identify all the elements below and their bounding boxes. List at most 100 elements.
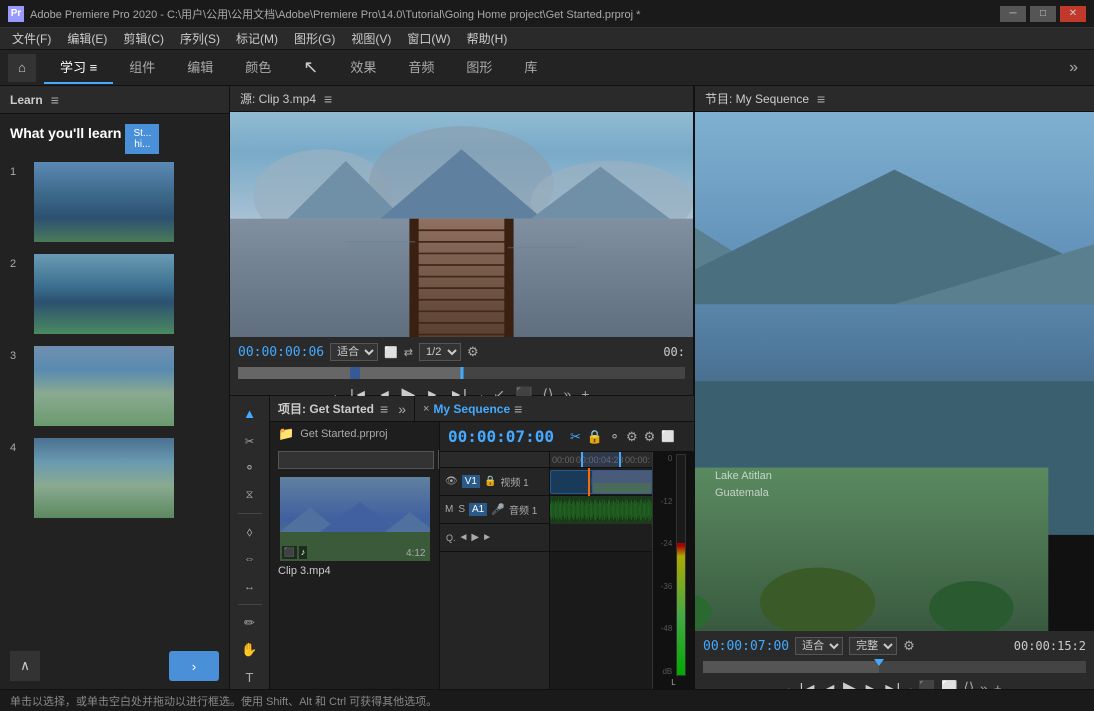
seq-tool-settings-button[interactable]: ⚙ <box>644 429 656 445</box>
tab-learn[interactable]: 学习 ≡ <box>44 51 113 84</box>
seq-tool-link-button[interactable]: ✂ <box>570 429 581 445</box>
volume-forward-button[interactable]: ► <box>482 532 492 543</box>
program-export-button[interactable]: ⟨⟩ <box>964 680 974 689</box>
learn-thumb-2[interactable] <box>34 254 174 334</box>
program-full-select[interactable]: 完整 <box>849 637 897 655</box>
audio-waveform <box>550 496 652 524</box>
track-a1-mute-button[interactable]: M <box>444 503 454 516</box>
clip-audio-icon: ♪ <box>299 546 308 559</box>
clip-next[interactable] <box>592 470 652 494</box>
tab-graphics[interactable]: 图形 <box>450 51 508 84</box>
program-settings-icon[interactable]: ⚙ <box>903 638 915 654</box>
tab-color[interactable]: 颜色 <box>229 51 287 84</box>
menu-sequence[interactable]: 序列(S) <box>172 28 228 49</box>
minimize-button[interactable]: ─ <box>1000 6 1026 22</box>
program-step-back-button[interactable]: |◄ <box>800 680 818 689</box>
seq-tool-lock-button[interactable]: 🔒 <box>587 429 603 445</box>
tool-forward-select[interactable]: ✂ <box>236 429 264 452</box>
track-v1-name: 视频 1 <box>500 474 528 489</box>
tool-razor[interactable]: ⬨ <box>236 520 264 543</box>
menu-graphic[interactable]: 图形(G) <box>286 28 343 49</box>
project-search-input[interactable] <box>278 451 434 469</box>
program-step-forward-button[interactable]: ►| <box>883 680 901 689</box>
learn-item-3: 3 <box>10 346 219 426</box>
program-timecode[interactable]: 00:00:07:00 <box>703 639 789 654</box>
source-fraction-select[interactable]: 1/2 <box>419 343 461 361</box>
source-timecode[interactable]: 00:00:00:06 <box>238 345 324 360</box>
program-more-button[interactable]: » <box>980 680 988 689</box>
menu-view[interactable]: 视图(V) <box>343 28 399 49</box>
tab-edit[interactable]: 编辑 <box>171 51 229 84</box>
program-mark-in-button[interactable]: ⌞ <box>787 680 793 689</box>
program-fit-select[interactable]: 适合 <box>795 637 843 655</box>
seq-tool-snap-button[interactable]: ⚙ <box>626 429 638 445</box>
project-panel-menu-icon[interactable]: ≡ <box>380 401 388 417</box>
timeline-track-a1[interactable] <box>550 496 652 524</box>
menu-clip[interactable]: 剪辑(C) <box>115 28 172 49</box>
start-here-button[interactable]: St...hi... <box>125 124 159 154</box>
seq-tool-sync-button[interactable]: ⚬ <box>609 429 620 445</box>
learn-thumb-4[interactable] <box>34 438 174 518</box>
menu-window[interactable]: 窗口(W) <box>399 28 458 49</box>
learn-thumb-3[interactable] <box>34 346 174 426</box>
track-v1-eye-button[interactable]: 👁 <box>444 475 459 488</box>
tab-effects[interactable]: 效果 <box>334 51 392 84</box>
program-mark-out-button[interactable]: ⌟ <box>906 680 912 689</box>
source-progress-bar[interactable] <box>238 367 685 379</box>
menu-file[interactable]: 文件(F) <box>4 28 59 49</box>
ruler-mark-0: 00:00 <box>552 455 575 465</box>
track-v1-label[interactable]: V1 <box>462 475 480 488</box>
program-progress-bar[interactable] <box>703 661 1086 673</box>
track-a1-label[interactable]: A1 <box>469 503 487 516</box>
tool-zoom[interactable]: T <box>236 666 264 689</box>
menu-help[interactable]: 帮助(H) <box>459 28 516 49</box>
learn-prev-button[interactable]: ∧ <box>10 651 40 681</box>
maximize-button[interactable]: □ <box>1030 6 1056 22</box>
sequence-close-icon[interactable]: × <box>423 403 429 415</box>
seq-tool-markers-button[interactable]: ⬜ <box>661 429 675 445</box>
menu-marker[interactable]: 标记(M) <box>228 28 286 49</box>
tab-audio[interactable]: 音频 <box>392 51 450 84</box>
tool-selection[interactable]: ▲ <box>236 402 264 425</box>
sequence-panel-menu-icon[interactable]: ≡ <box>514 401 522 417</box>
close-button[interactable]: ✕ <box>1060 6 1086 22</box>
learn-next-button[interactable]: › <box>169 651 219 681</box>
program-frame-forward-button[interactable]: ► <box>863 680 877 689</box>
tool-slide[interactable]: ↔ <box>236 575 264 598</box>
program-lift-button[interactable]: ⬛ <box>918 680 935 689</box>
learn-thumb-1[interactable] <box>34 162 174 242</box>
tool-rate-stretch[interactable]: ⧖ <box>236 484 264 507</box>
program-add-button[interactable]: + <box>994 681 1002 690</box>
timeline-ruler[interactable]: 00:00 00:00:04:23 00:00: <box>550 452 652 468</box>
tool-hand[interactable]: ✋ <box>236 638 264 661</box>
source-monitor-menu[interactable]: ≡ <box>324 91 332 107</box>
project-clip-thumbnail[interactable]: 4:12 ⬛ ♪ <box>280 477 430 561</box>
track-a1-solo-button[interactable]: S <box>457 503 466 516</box>
tool-pen[interactable]: ✏ <box>236 611 264 634</box>
more-workspaces-button[interactable]: » <box>1061 59 1086 77</box>
program-extract-button[interactable]: ⬜ <box>941 680 958 689</box>
project-panel-more-icon[interactable]: » <box>398 401 406 417</box>
tool-slip[interactable]: ⇔ <box>236 548 264 571</box>
program-monitor-menu[interactable]: ≡ <box>817 91 825 107</box>
program-monitor-controls: 00:00:07:00 适合 完整 ⚙ 00:00:15:2 <box>695 631 1094 689</box>
timeline-track-v1[interactable]: Returning Home <box>550 468 652 496</box>
learn-panel-menu[interactable]: ≡ <box>51 92 59 108</box>
tool-ripple-edit[interactable]: ⚬ <box>236 457 264 480</box>
source-settings-icon[interactable]: ⚙ <box>467 344 479 360</box>
tab-library[interactable]: 库 <box>508 51 553 84</box>
menu-edit[interactable]: 编辑(E) <box>59 28 115 49</box>
vu-label-0: 0 <box>661 454 673 463</box>
program-frame-back-button[interactable]: ◄ <box>823 680 837 689</box>
home-button[interactable]: ⌂ <box>8 54 36 82</box>
source-frame-icon: ⬜ <box>384 346 398 359</box>
track-headers: 👁 V1 🔒 视频 1 M S A1 <box>440 452 550 689</box>
track-a1-mic-button[interactable]: 🎤 <box>490 502 506 517</box>
source-fit-select[interactable]: 适合 <box>330 343 378 361</box>
track-v1-lock-button[interactable]: 🔒 <box>483 475 497 488</box>
sequence-timecode[interactable]: 00:00:07:00 <box>448 427 554 446</box>
volume-back-button[interactable]: ◄ <box>459 532 469 543</box>
volume-play-button[interactable]: ▶ <box>471 532 479 543</box>
tab-components[interactable]: 组件 <box>113 51 171 84</box>
program-play-button[interactable]: ▶ <box>843 678 857 690</box>
